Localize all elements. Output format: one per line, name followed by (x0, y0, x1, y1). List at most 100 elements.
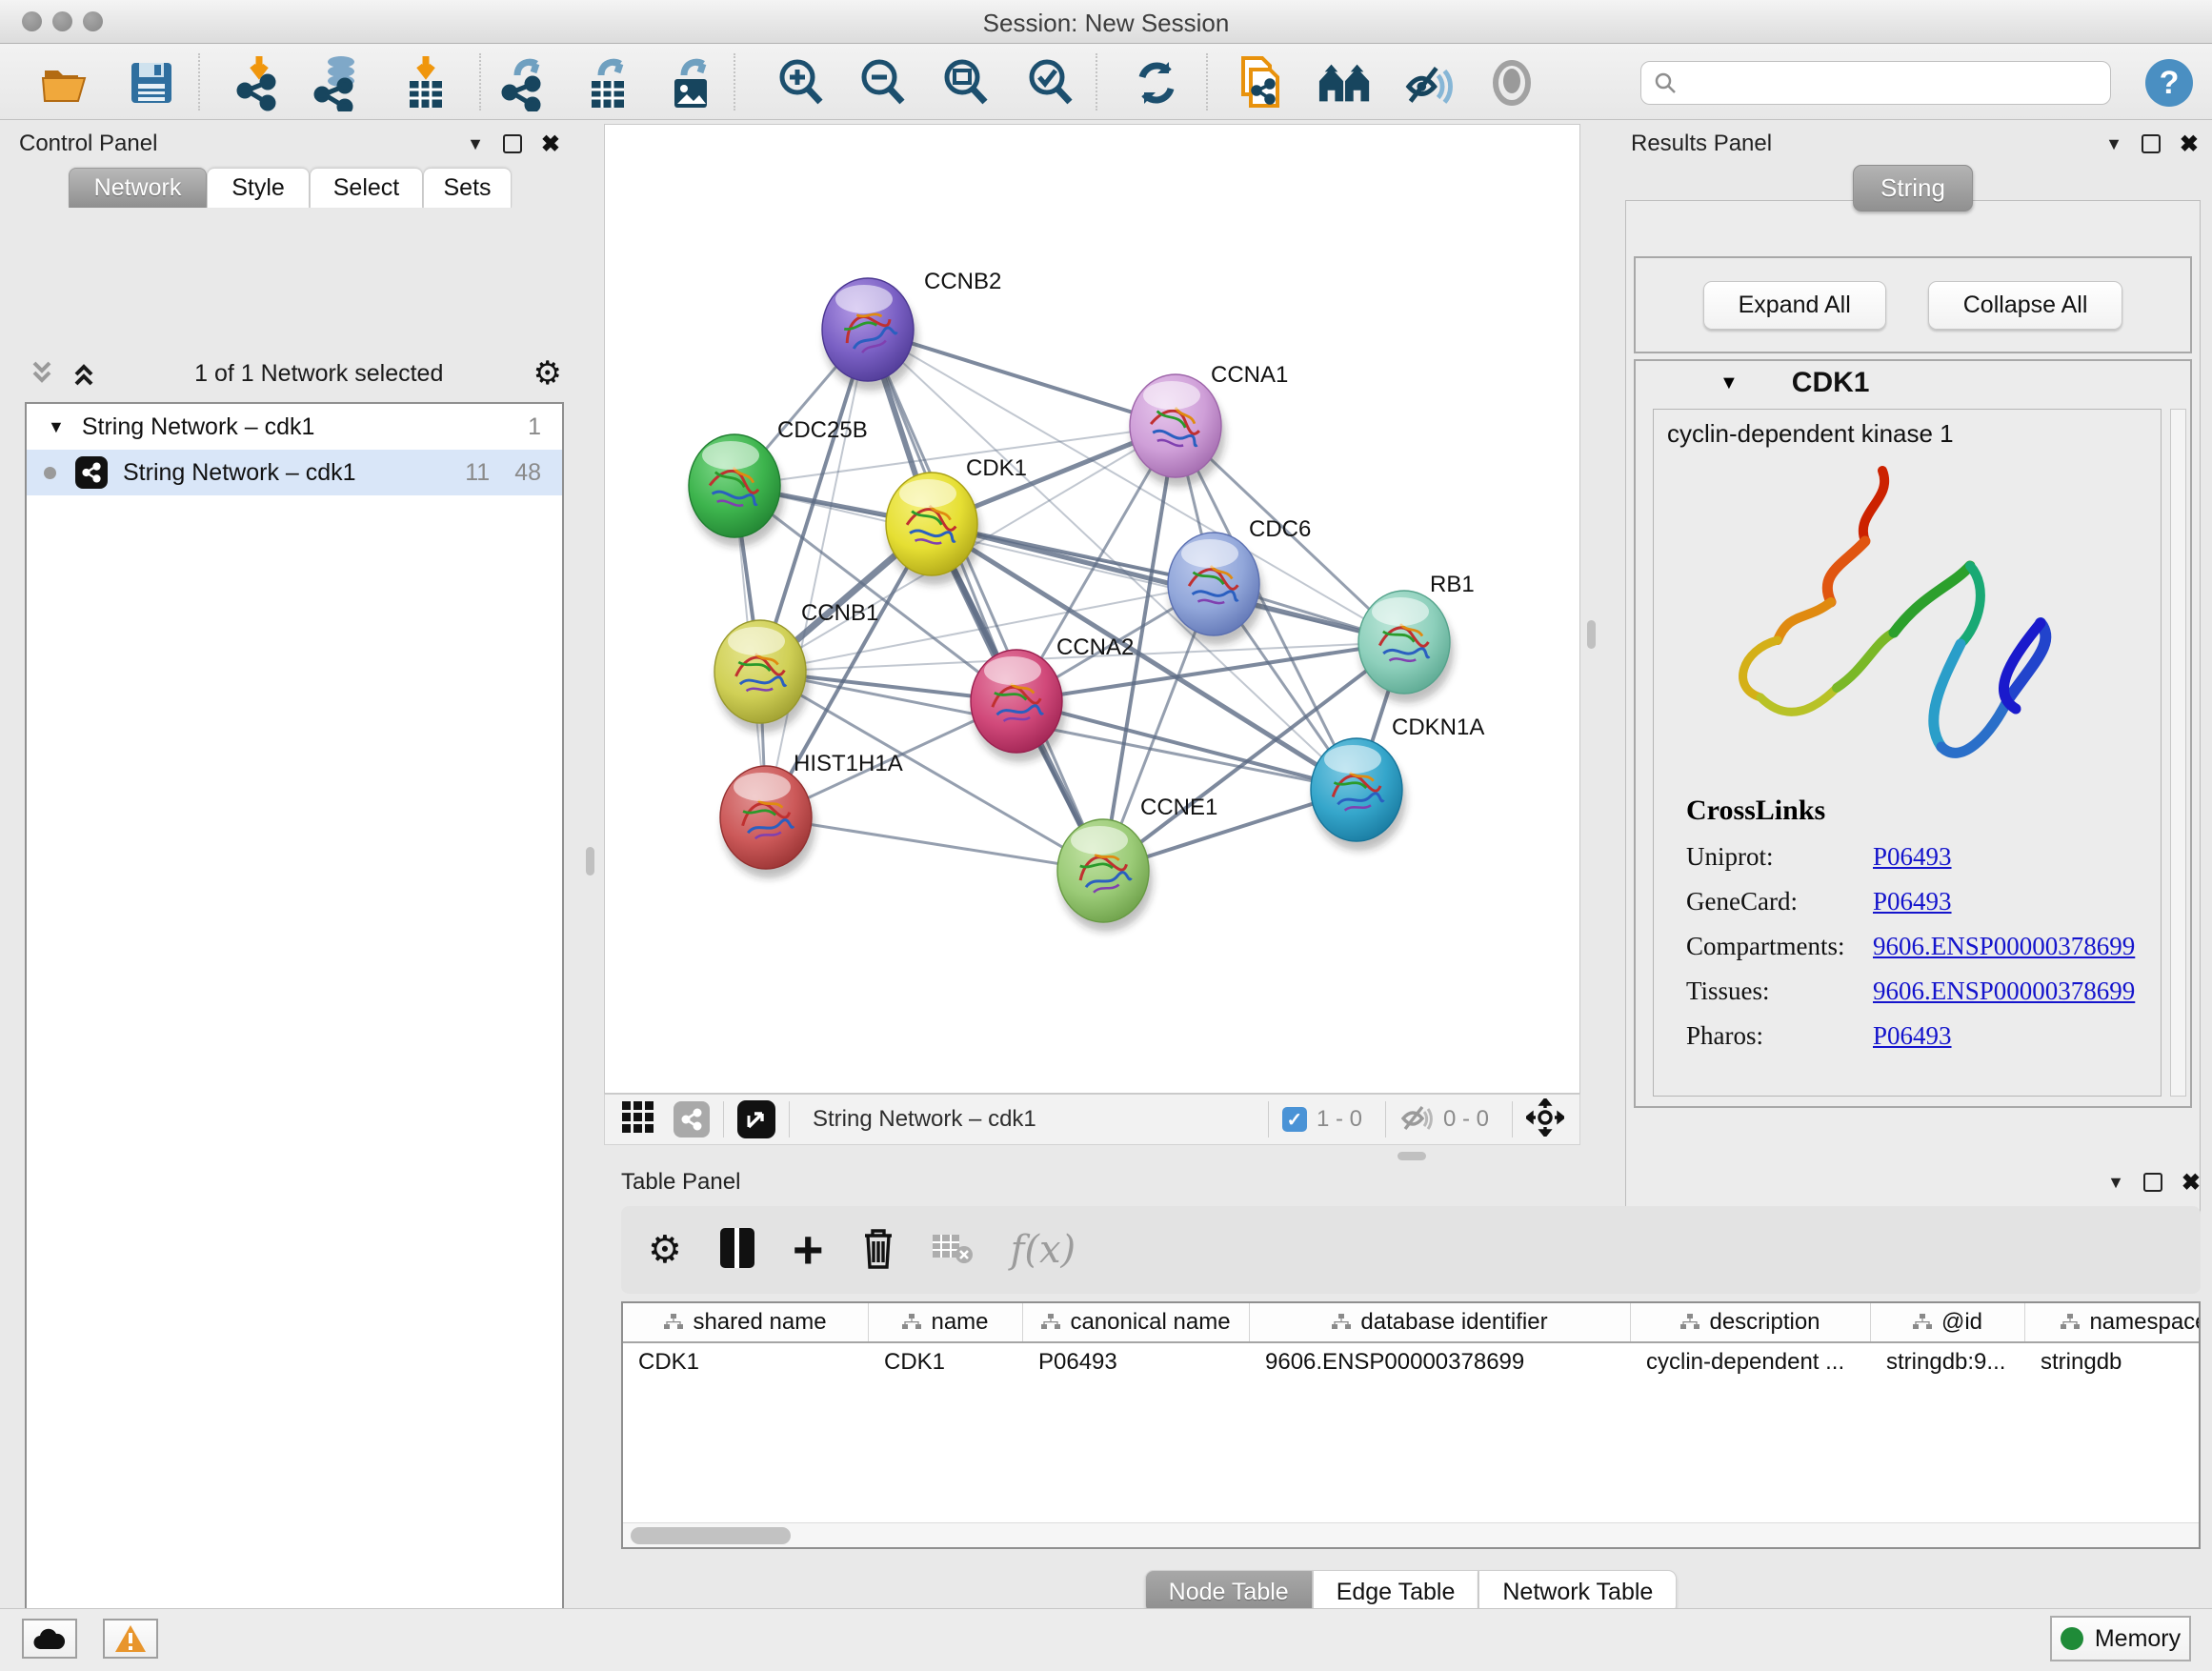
delete-table-icon[interactable] (933, 1231, 975, 1270)
table-hscroll-thumb[interactable] (631, 1527, 791, 1544)
show-graphics-icon[interactable] (1484, 55, 1539, 111)
export-network-icon[interactable] (496, 55, 552, 111)
control-panel-menu-icon[interactable]: ▼ (467, 134, 484, 154)
network-row[interactable]: String Network – cdk1 11 48 (27, 450, 562, 495)
import-table-icon[interactable] (398, 55, 453, 111)
tab-select[interactable]: Select (310, 168, 423, 208)
clone-network-icon[interactable] (1233, 55, 1288, 111)
open-session-icon[interactable] (38, 55, 93, 111)
collapse-all-icon[interactable] (29, 359, 63, 388)
column-header--id[interactable]: @id (1871, 1303, 2025, 1341)
cell-description[interactable]: cyclin-dependent ... (1631, 1343, 1871, 1385)
column-header-database-identifier[interactable]: database identifier (1250, 1303, 1631, 1341)
birdseye-grid-icon[interactable] (622, 1101, 654, 1138)
edge-HIST1H1A-CCNE1[interactable] (766, 817, 1103, 871)
edge-CCNB2-CCNE1[interactable] (868, 330, 1103, 871)
table-hscrollbar[interactable] (623, 1522, 2199, 1547)
results-panel-menu-icon[interactable]: ▼ (2105, 134, 2122, 154)
hide-selected-icon[interactable] (1401, 55, 1457, 111)
title-bar: Session: New Session (0, 0, 2212, 44)
results-scrollbar[interactable] (2170, 409, 2186, 1097)
node-CCNB2[interactable] (822, 278, 917, 391)
edge-CCNB2-HIST1H1A[interactable] (766, 330, 868, 817)
cell-namespace[interactable]: stringdb (2025, 1343, 2201, 1385)
node-CDKN1A[interactable] (1311, 738, 1406, 851)
help-icon[interactable]: ? (2142, 55, 2197, 111)
bottom-splitter-handle[interactable] (1398, 1152, 1426, 1160)
column-header-shared-name[interactable]: shared name (623, 1303, 869, 1341)
memory-button[interactable]: Memory (2050, 1616, 2191, 1661)
gene-collapse-icon[interactable]: ▼ (1719, 372, 1739, 394)
hidden-eye-icon[interactable] (1399, 1103, 1434, 1137)
tab-network[interactable]: Network (69, 168, 207, 208)
node-CCNA1[interactable] (1130, 374, 1225, 487)
right-splitter-handle[interactable] (1587, 620, 1596, 649)
column-header-name[interactable]: name (869, 1303, 1023, 1341)
node-CCNA2[interactable] (971, 650, 1066, 762)
node-RB1[interactable] (1358, 591, 1454, 703)
zoom-fit-icon[interactable] (938, 55, 994, 111)
left-splitter-handle[interactable] (586, 847, 594, 876)
table-options-gear-icon[interactable]: ⚙ (648, 1231, 682, 1269)
search-field[interactable] (1640, 61, 2111, 105)
import-network-icon[interactable] (231, 55, 287, 111)
expand-all-icon[interactable] (70, 359, 105, 388)
network-view-canvas[interactable]: CCNB2CCNA1CDC25BCDK1CDC6RB1CCNB1CCNA2CDK… (604, 124, 1580, 1094)
node-HIST1H1A[interactable] (720, 766, 815, 878)
cell--id[interactable]: stringdb:9... (1871, 1343, 2025, 1385)
node-CDC6[interactable] (1168, 533, 1263, 645)
network-list-options-icon[interactable]: ⚙ (533, 357, 562, 390)
table-row[interactable]: CDK1CDK1P064939606.ENSP00000378699cyclin… (623, 1343, 2199, 1385)
node-CDC25B[interactable] (689, 434, 784, 547)
column-header-description[interactable]: description (1631, 1303, 1871, 1341)
network-collection-row[interactable]: ▼ String Network – cdk1 1 (27, 404, 562, 450)
show-columns-icon[interactable] (718, 1226, 756, 1275)
crosslink-link[interactable]: 9606.ENSP00000378699 (1873, 976, 2135, 1006)
crosslink-link[interactable]: P06493 (1873, 1021, 1952, 1051)
network-overview-icon[interactable] (1317, 55, 1373, 111)
zoom-out-icon[interactable] (855, 55, 911, 111)
node-label-CDC25B: CDC25B (777, 417, 868, 443)
node-CDK1[interactable] (886, 473, 981, 585)
cell-database-identifier[interactable]: 9606.ENSP00000378699 (1250, 1343, 1631, 1385)
table-panel-menu-icon[interactable]: ▼ (2107, 1173, 2124, 1193)
tab-style[interactable]: Style (207, 168, 310, 208)
control-panel-float-icon[interactable] (503, 134, 522, 153)
results-panel-float-icon[interactable] (2142, 134, 2161, 153)
table-panel-close-icon[interactable]: ✖ (2182, 1169, 2201, 1197)
tab-sets[interactable]: Sets (423, 168, 512, 208)
control-panel-close-icon[interactable]: ✖ (541, 131, 560, 158)
column-header-namespace[interactable]: namespace (2025, 1303, 2201, 1341)
results-panel-close-icon[interactable]: ✖ (2180, 131, 2199, 158)
import-network-from-database-icon[interactable] (312, 55, 367, 111)
cell-name[interactable]: CDK1 (869, 1343, 1023, 1385)
crosslink-link[interactable]: P06493 (1873, 887, 1952, 916)
string-share-icon[interactable] (674, 1101, 710, 1137)
warning-button[interactable] (103, 1619, 158, 1659)
tab-string[interactable]: String (1853, 165, 1973, 211)
cell-canonical-name[interactable]: P06493 (1023, 1343, 1250, 1385)
expand-all-button[interactable]: Expand All (1703, 281, 1886, 330)
zoom-selected-icon[interactable] (1023, 55, 1078, 111)
node-CCNE1[interactable] (1057, 819, 1153, 932)
table-panel-float-icon[interactable] (2143, 1173, 2162, 1192)
crosslink-link[interactable]: 9606.ENSP00000378699 (1873, 932, 2135, 961)
function-builder-icon[interactable]: f(x) (1011, 1228, 1076, 1272)
fit-content-crosshair-icon[interactable] (1526, 1098, 1564, 1141)
collection-expand-icon[interactable]: ▼ (48, 417, 65, 437)
export-table-icon[interactable] (580, 55, 635, 111)
zoom-in-icon[interactable] (774, 55, 829, 111)
save-session-icon[interactable] (124, 55, 179, 111)
open-in-window-icon[interactable] (737, 1100, 775, 1138)
cell-shared-name[interactable]: CDK1 (623, 1343, 869, 1385)
crosslink-link[interactable]: P06493 (1873, 842, 1952, 872)
add-column-icon[interactable]: + (793, 1231, 824, 1268)
refresh-icon[interactable] (1129, 55, 1184, 111)
search-input[interactable] (1678, 70, 2087, 96)
delete-column-trash-icon[interactable] (860, 1226, 896, 1275)
column-header-canonical-name[interactable]: canonical name (1023, 1303, 1250, 1341)
selected-nodes-checkbox[interactable]: ✓ (1282, 1107, 1307, 1132)
export-image-icon[interactable] (663, 55, 718, 111)
cloud-button[interactable] (22, 1619, 77, 1659)
collapse-all-button[interactable]: Collapse All (1928, 281, 2123, 330)
